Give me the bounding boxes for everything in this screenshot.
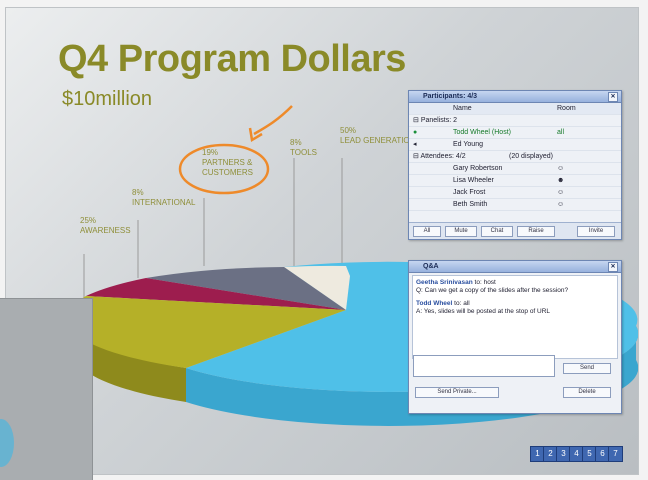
participant-row[interactable]: ● Todd Wheel (Host) all — [409, 127, 621, 139]
participant-name: Beth Smith — [453, 201, 488, 208]
presenter-icon: ● — [413, 129, 418, 136]
hand-icon: ☺ — [557, 189, 565, 196]
participant-name: Gary Robertson — [453, 165, 503, 172]
qa-recipient: to: all — [454, 300, 470, 307]
participants-header: Name Room — [409, 103, 621, 115]
hand-icon: ☺ — [557, 165, 565, 172]
meeting-window: Q4 Program Dollars $10million 25% AWAREN… — [0, 0, 648, 480]
qa-message: Q: Can we get a copy of the slides after… — [416, 287, 569, 294]
qa-recipient: to: host — [474, 279, 496, 286]
nav-button[interactable]: 7 — [608, 446, 623, 462]
all-button[interactable]: All — [413, 226, 441, 237]
expand-icon[interactable]: ⊟ — [413, 117, 419, 124]
chart-label-partners: 19% PARTNERS & CUSTOMERS — [202, 148, 254, 178]
qa-sender: Todd Wheel — [416, 300, 453, 307]
participant-name: Jack Frost — [453, 189, 486, 196]
participant-row[interactable]: Beth Smith ☺ — [409, 199, 621, 211]
attendees-count: (20 displayed) — [509, 153, 553, 160]
qa-sender: Geetha Srinivasan — [416, 279, 473, 286]
hand-icon: ☺ — [557, 201, 565, 208]
group-panelists[interactable]: ⊟ Panelists: 2 — [409, 115, 621, 127]
send-button[interactable]: Send — [563, 363, 611, 374]
chart-label-tools: 8% TOOLS — [290, 138, 317, 158]
question-input[interactable] — [413, 355, 555, 377]
participant-row[interactable]: Lisa Wheeler ☻ — [409, 175, 621, 187]
participants-titlebar[interactable]: Participants: 4/3 ✕ — [409, 91, 621, 103]
send-private-button[interactable]: Send Private... — [415, 387, 499, 398]
group-label: Panelists: 2 — [420, 117, 458, 124]
slice-pct: 50% — [340, 126, 357, 135]
participant-name: Lisa Wheeler — [453, 177, 494, 184]
raise-button[interactable]: Raise — [517, 226, 555, 237]
mute-button[interactable]: Mute — [445, 226, 477, 237]
slice-pct: 25% — [80, 216, 97, 225]
participant-name: Ed Young — [453, 141, 483, 148]
chart-label-awareness: 25% AWARENESS — [80, 216, 131, 236]
participants-panel: Participants: 4/3 ✕ Name Room ⊟ Panelist… — [408, 90, 622, 240]
chat-button[interactable]: Chat — [481, 226, 513, 237]
chart-label-lead-generation: 50% LEAD GENERATION — [340, 126, 415, 146]
participant-row[interactable]: Gary Robertson ☺ — [409, 163, 621, 175]
slice-name: LEAD GENERATION — [340, 136, 416, 145]
qa-message: A: Yes, slides will be posted at the sto… — [416, 308, 551, 315]
qa-panel: Q&A ✕ Geetha Srinivasan to: host Q: Can … — [408, 260, 622, 414]
slice-name: PARTNERS & CUSTOMERS — [202, 158, 253, 177]
group-label: Attendees: 4/2 — [420, 153, 466, 160]
participant-name: Todd Wheel (Host) — [453, 129, 511, 136]
group-attendees[interactable]: ⊟ Attendees: 4/2 (20 displayed) — [409, 151, 621, 163]
column-header-name[interactable]: Name — [453, 103, 472, 114]
close-icon[interactable]: ✕ — [608, 92, 618, 102]
panel-title: Participants: 4/3 — [423, 93, 478, 100]
qa-log: Geetha Srinivasan to: host Q: Can we get… — [412, 275, 618, 359]
audio-icon: ◂ — [413, 141, 417, 148]
participant-row[interactable]: ◂ Ed Young — [409, 139, 621, 151]
thumbnail-graphic — [0, 419, 14, 467]
slice-pct: 19% — [202, 148, 219, 157]
participants-toolbar: All Mute Chat Raise Invite — [409, 222, 621, 239]
slice-name: INTERNATIONAL — [132, 198, 196, 207]
delete-button[interactable]: Delete — [563, 387, 611, 398]
participant-row[interactable]: Jack Frost ☺ — [409, 187, 621, 199]
column-header-role[interactable]: Room — [557, 103, 576, 114]
expand-icon[interactable]: ⊟ — [413, 153, 419, 160]
highlight-arrow — [253, 105, 293, 136]
slice-name: AWARENESS — [80, 226, 131, 235]
thumbnail-overlay — [0, 298, 93, 480]
qa-titlebar[interactable]: Q&A ✕ — [409, 261, 621, 273]
participant-role: all — [557, 129, 565, 136]
slice-name: TOOLS — [290, 148, 317, 157]
chart-label-international: 8% INTERNATIONAL — [132, 188, 195, 208]
slice-pct: 8% — [132, 188, 144, 197]
invite-button[interactable]: Invite — [577, 226, 615, 237]
panel-title: Q&A — [423, 263, 439, 270]
close-icon[interactable]: ✕ — [608, 262, 618, 272]
hand-icon: ☻ — [557, 177, 565, 184]
slice-pct: 8% — [290, 138, 302, 147]
